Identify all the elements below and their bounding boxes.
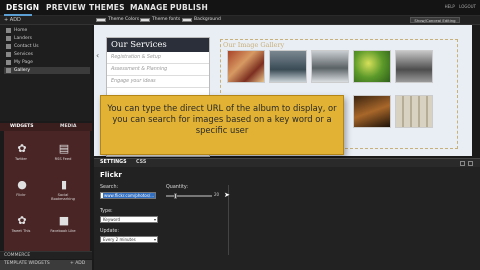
services-item: Registration & Setup [107,52,209,64]
gallery-title: Our Image Gallery [223,41,285,49]
show-conceal-editing-button[interactable]: Show/Conceal Editing [410,17,460,23]
quantity-slider-handle[interactable] [174,193,177,199]
page-item-services[interactable]: Services [4,51,90,58]
settings-panel: Flickr Search: www.flickr.com/photos/...… [94,167,480,270]
page-icon [6,36,11,41]
help-link[interactable]: HELP [445,4,455,9]
gallery-thumbnail[interactable] [353,95,391,128]
facebook-icon: ■ [58,214,70,227]
settings-tabs: SETTINGS CSS [94,158,480,167]
quantity-value: 20 [214,192,220,197]
theme-fonts-button[interactable]: Theme fonts [152,17,180,22]
chevron-down-icon: ▾ [153,237,156,242]
gallery-thumbnail[interactable] [269,50,307,83]
mouse-cursor-icon: ➤ [224,191,230,199]
tab-design[interactable]: DESIGN [6,3,39,12]
tab-themes[interactable]: THEMES [89,3,125,12]
background-button[interactable]: Background [194,17,221,22]
tab-preview[interactable]: PREVIEW [46,3,86,12]
page-icon [6,52,11,57]
commerce-label: COMMERCE [4,253,31,258]
type-label: Type: [100,209,113,214]
gallery-thumbnail[interactable] [395,95,433,128]
widgets-grid: ✿ Twitter ▤ RSS Feed ● Flickr ▮ Social B… [4,131,90,251]
page-item-gallery[interactable]: Gallery [4,67,90,74]
page-item-home[interactable]: Home [4,27,90,34]
top-right-links: HELP LOGOUT [442,4,476,9]
theme-fonts-swatch[interactable] [140,18,150,22]
page-icon [6,28,11,33]
page-icon [6,44,11,49]
widget-social-bookmarking[interactable]: ▮ Social Bookmarking [48,179,78,205]
close-icon[interactable] [468,161,473,166]
theme-colors-swatch[interactable] [96,18,106,22]
page-item-landers[interactable]: Landers [4,35,90,42]
widgets-tabs: WIDGETS MEDIA [0,123,92,131]
gallery-thumbnail[interactable] [311,50,349,83]
widget-settings-title: Flickr [100,171,122,179]
background-swatch[interactable] [182,18,192,22]
tab-settings[interactable]: SETTINGS [100,160,127,165]
quantity-label: Quantity: [166,185,188,190]
update-label: Update: [100,229,119,234]
page-tree: Home Landers Contact Us Services My Page… [0,25,92,121]
search-input[interactable]: www.flickr.com/photos/... [100,192,156,199]
tooltip-text: You can type the direct URL of the album… [107,103,337,135]
flickr-icon: ● [17,178,27,191]
twitter-icon: ✿ [17,142,27,155]
page-icon [6,68,11,73]
commerce-section[interactable]: COMMERCE [0,251,92,259]
add-page-button[interactable]: + ADD [4,17,21,23]
type-select[interactable]: Keyword ▾ [100,216,158,223]
chevron-left-icon[interactable]: ‹ [96,51,99,60]
services-item: Assessment & Planning [107,64,209,76]
search-label: Search: [100,185,119,190]
template-widgets-section[interactable]: TEMPLATE WIDGETS + ADD [0,260,92,270]
app-window: DESIGN PREVIEW THEMES MANAGE PUBLISH HEL… [0,0,480,270]
add-widget-button[interactable]: + ADD [70,261,85,266]
minimize-icon[interactable] [460,161,465,166]
gallery-thumbnail[interactable] [395,50,433,83]
tab-css[interactable]: CSS [136,160,146,165]
tab-manage[interactable]: MANAGE [130,3,168,12]
editor-toolbar: + ADD Theme Colors Theme fonts Backgroun… [0,16,480,25]
help-tooltip: You can type the direct URL of the album… [100,95,344,155]
tab-widgets[interactable]: WIDGETS [10,124,33,129]
template-widgets-label: TEMPLATE WIDGETS [4,261,50,266]
tab-publish[interactable]: PUBLISH [170,3,208,12]
services-item: Engage your ideas [107,76,209,88]
widget-rss-feed[interactable]: ▤ RSS Feed [48,143,78,169]
rss-icon: ▤ [58,142,70,155]
tweet-icon: ✿ [17,214,27,227]
theme-colors-button[interactable]: Theme Colors [108,17,139,22]
page-icon [6,60,11,65]
logout-link[interactable]: LOGOUT [459,4,476,9]
gallery-thumbnail[interactable] [353,50,391,83]
widget-tweet-this[interactable]: ✿ Tweet This [6,215,36,241]
gallery-thumbnail[interactable] [227,50,265,83]
page-item-contact-us[interactable]: Contact Us [4,43,90,50]
top-nav: DESIGN PREVIEW THEMES MANAGE PUBLISH HEL… [0,0,480,16]
page-item-my-page[interactable]: My Page [4,59,90,66]
widget-flickr[interactable]: ● Flickr [6,179,36,205]
widget-facebook-like[interactable]: ■ Facebook Like [48,215,78,241]
services-title: Our Services [107,38,209,52]
widget-twitter[interactable]: ✿ Twitter [6,143,36,169]
update-select[interactable]: Every 2 minutes ▾ [100,236,158,243]
chevron-down-icon: ▾ [153,217,156,222]
bookmark-icon: ▮ [60,178,68,191]
quantity-slider[interactable] [166,193,212,199]
tab-media[interactable]: MEDIA [60,124,76,129]
